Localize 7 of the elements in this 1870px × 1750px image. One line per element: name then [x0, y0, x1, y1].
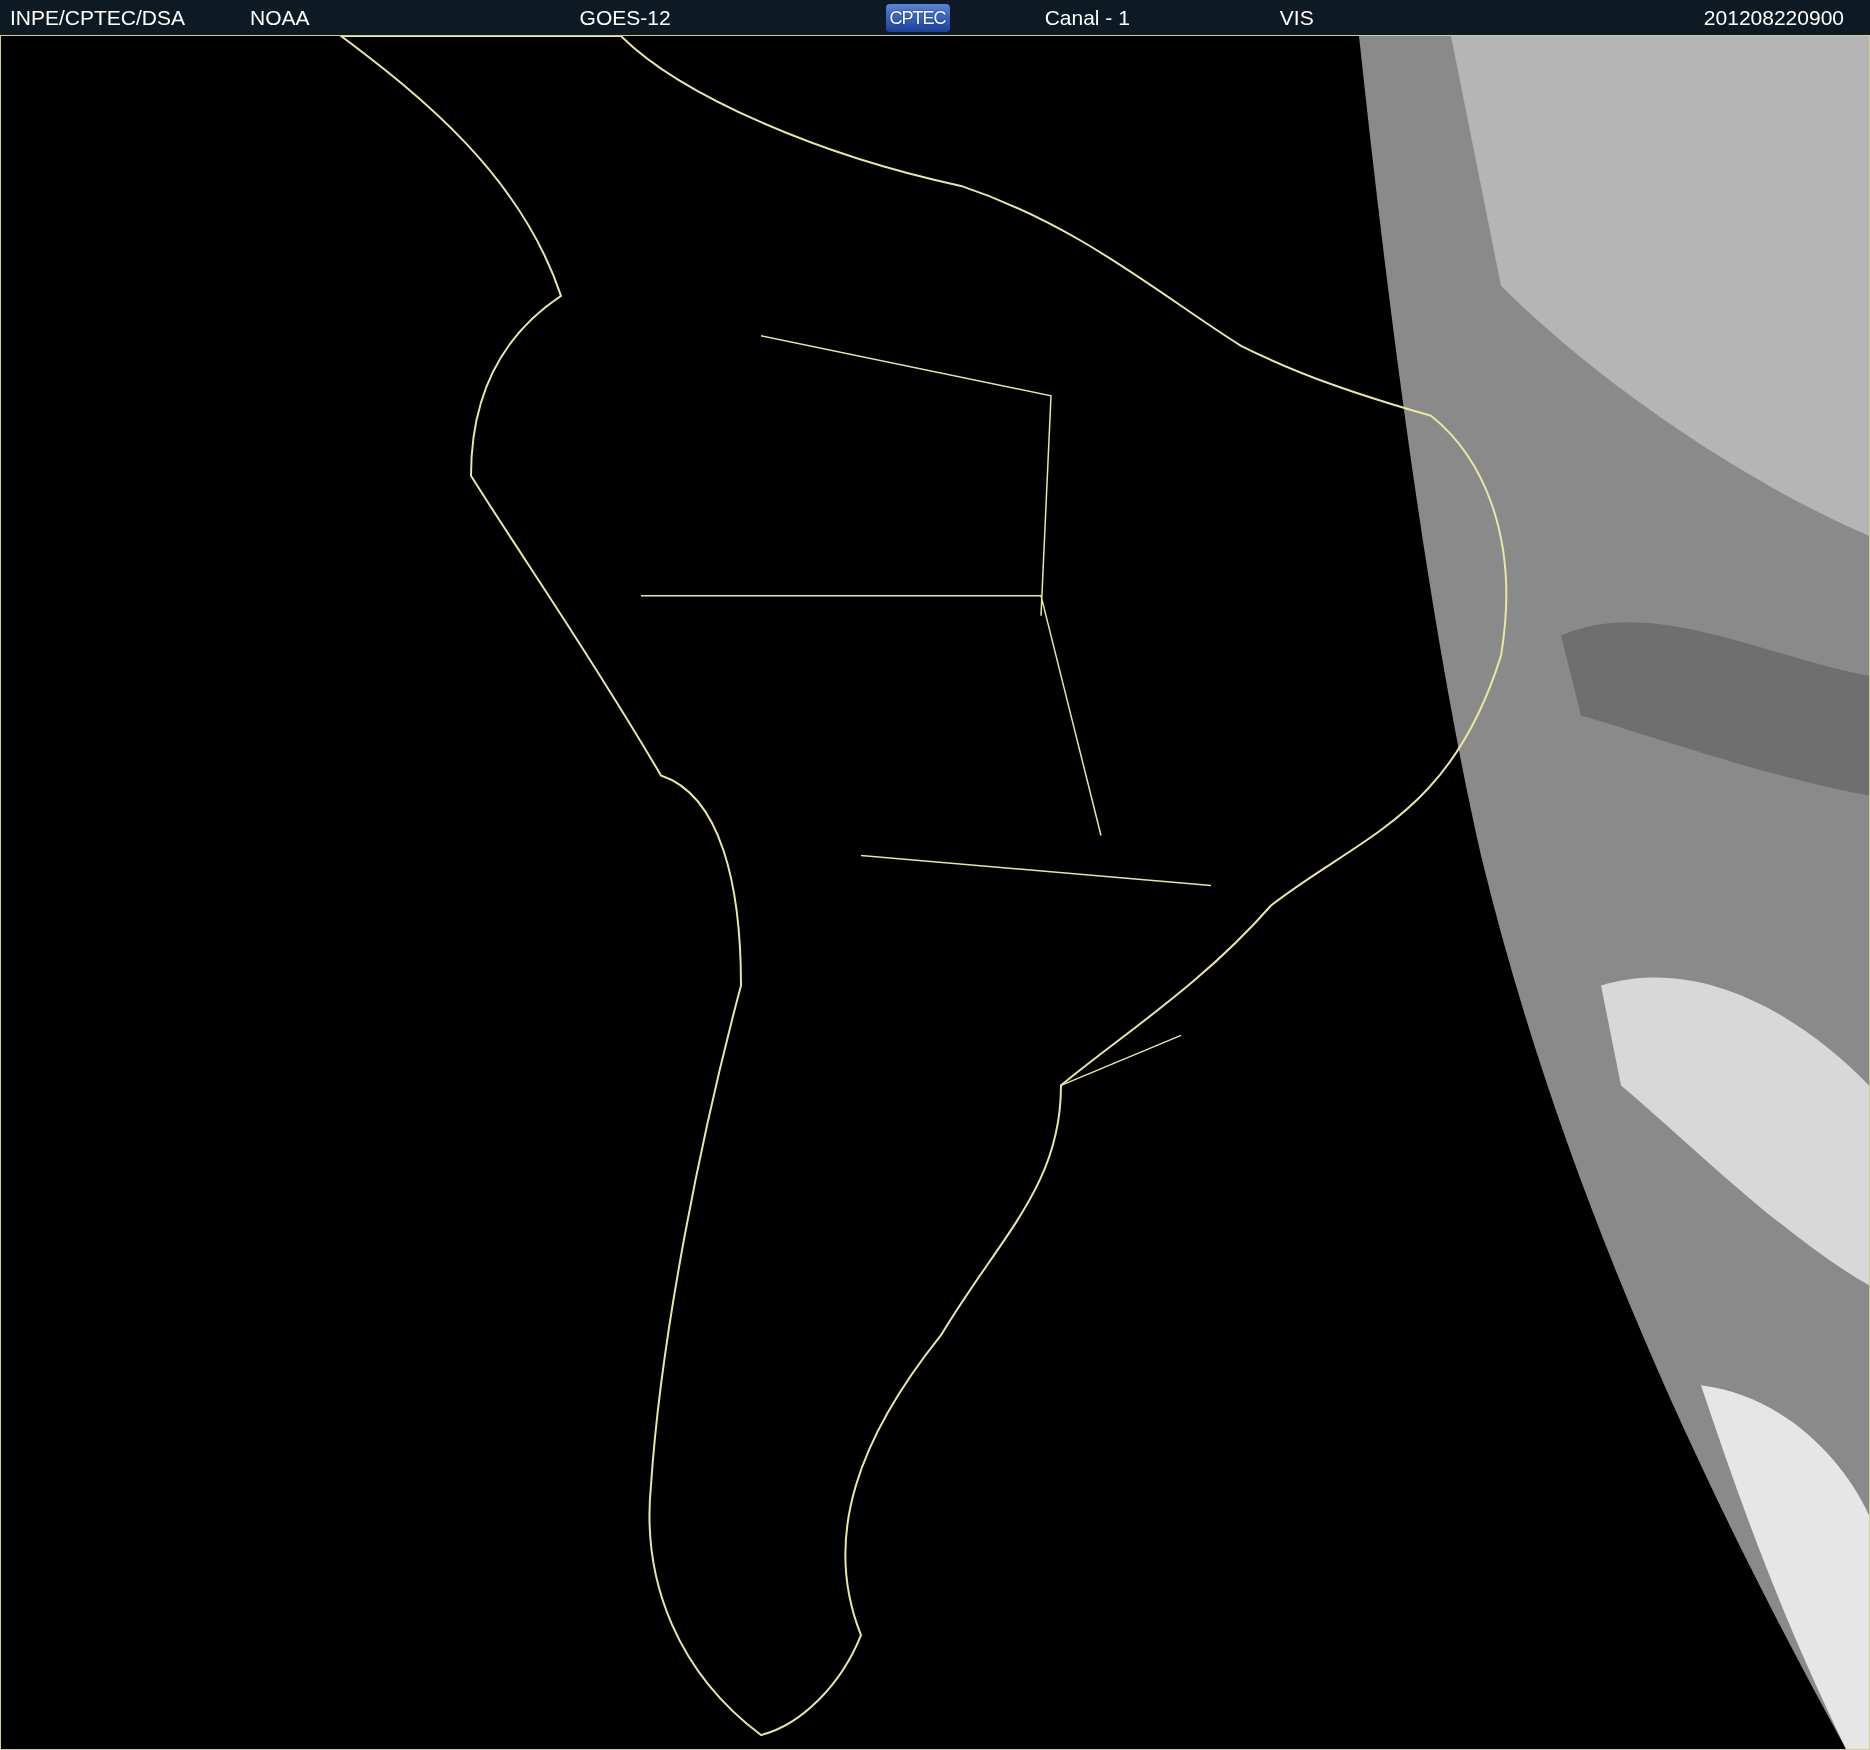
logo: CPTEC	[885, 3, 950, 32]
institution-label: INPE/CPTEC/DSA	[10, 7, 186, 28]
agency-label: NOAA	[250, 7, 310, 28]
satellite-label: GOES-12	[579, 7, 671, 28]
timestamp-label: 201208220900	[1703, 7, 1844, 28]
channel-label: Canal - 1	[1044, 7, 1130, 28]
band-label: VIS	[1279, 7, 1314, 28]
